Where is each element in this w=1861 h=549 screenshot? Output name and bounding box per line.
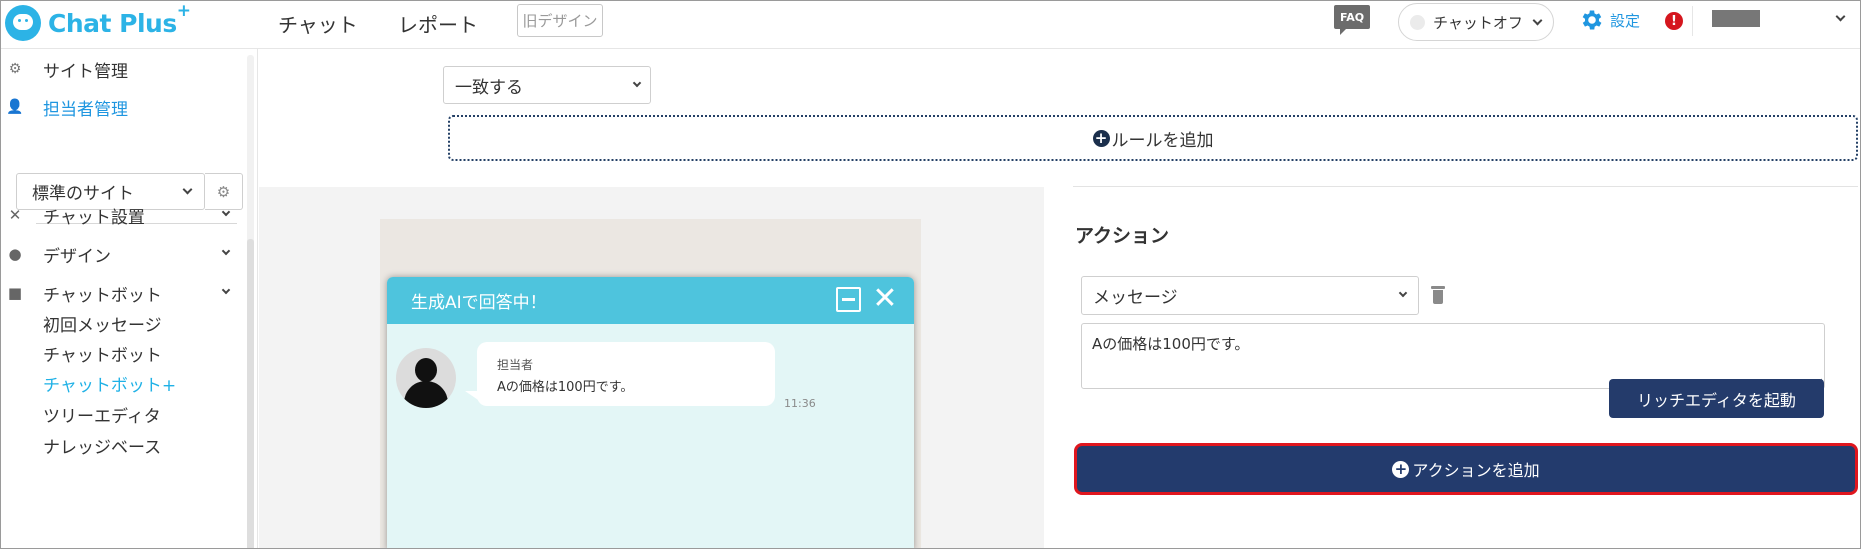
top-header: Chat Plus + チャット レポート 旧デザイン FAQ チャットオフ 設… bbox=[1, 1, 1860, 49]
add-rule-button[interactable]: + ルールを追加 bbox=[448, 115, 1858, 161]
user-gear-icon: 👤 bbox=[6, 99, 24, 115]
chevron-down-icon bbox=[221, 285, 231, 295]
sidebar-item-site-management[interactable]: ⚙ サイト管理 bbox=[1, 49, 128, 89]
faq-button[interactable]: FAQ bbox=[1334, 5, 1370, 35]
message-text: Aの価格は100円です。 bbox=[497, 380, 634, 395]
add-rule-label: ルールを追加 bbox=[1111, 130, 1214, 151]
sidebar-menu-chatbot[interactable]: ■ チャットボット bbox=[1, 274, 241, 312]
match-condition-select[interactable]: 一致する bbox=[443, 66, 651, 104]
logo-plus: + bbox=[176, 1, 191, 21]
sidebar-menu-label: デザイン bbox=[43, 246, 111, 267]
message-bubble: 担当者 Aの価格は100円です。 bbox=[477, 342, 775, 406]
old-design-button[interactable]: 旧デザイン bbox=[517, 4, 603, 37]
chat-widget-header: 生成AIで回答中！ ✕ bbox=[387, 277, 914, 324]
chat-widget-title: 生成AIで回答中！ bbox=[411, 293, 547, 313]
alert-icon[interactable]: ! bbox=[1665, 12, 1683, 30]
agent-name: 担当者 bbox=[497, 358, 534, 372]
sidebar-sub-chatbot-plus[interactable]: チャットボット+ bbox=[43, 368, 176, 398]
chat-status-label: チャットオフ bbox=[1433, 13, 1523, 32]
settings-label: 設定 bbox=[1610, 11, 1641, 30]
add-action-button[interactable]: + アクションを追加 bbox=[1074, 443, 1858, 495]
chat-status-dropdown[interactable]: チャットオフ bbox=[1398, 3, 1554, 41]
minimize-icon[interactable] bbox=[836, 287, 861, 312]
avatar-head bbox=[415, 358, 437, 382]
sidebar-sub-chatbot[interactable]: チャットボット bbox=[43, 338, 162, 368]
chevron-down-icon bbox=[1398, 288, 1408, 298]
plus-circle-icon: + bbox=[1092, 129, 1110, 147]
chevron-down-icon bbox=[221, 207, 231, 217]
faq-icon-tail bbox=[1340, 28, 1347, 35]
close-icon[interactable]: ✕ bbox=[871, 284, 899, 314]
sidebar-menu-label: チャットボット bbox=[43, 285, 162, 306]
sidebar-item-label: サイト管理 bbox=[43, 61, 128, 82]
chat-widget-preview: 生成AIで回答中！ ✕ 担当者 Aの価格は100円です。 11:36 bbox=[387, 277, 914, 548]
chevron-down-icon bbox=[221, 246, 231, 256]
section-divider bbox=[1073, 186, 1858, 187]
faq-icon: FAQ bbox=[1334, 5, 1370, 29]
chevron-down-icon bbox=[182, 184, 193, 195]
message-timestamp: 11:36 bbox=[784, 397, 816, 410]
trash-lid bbox=[1431, 286, 1445, 289]
add-action-label: アクションを追加 bbox=[1412, 461, 1540, 480]
main-content: 一致する + ルールを追加 生成AIで回答中！ ✕ 担当者 Aの価格は100円で… bbox=[259, 49, 1860, 548]
sidebar-menu-chat-install[interactable]: ✕ チャット設置 bbox=[1, 196, 241, 234]
chat-bubble-logo-icon bbox=[5, 5, 41, 41]
logo-text: Chat Plus bbox=[48, 8, 177, 38]
action-section-title: アクション bbox=[1075, 225, 1170, 247]
chevron-down-icon bbox=[632, 78, 642, 88]
avatar-body bbox=[404, 381, 448, 408]
sidebar-scrollbar-thumb[interactable] bbox=[247, 239, 254, 548]
nav-report[interactable]: レポート bbox=[398, 9, 478, 38]
match-condition-value: 一致する bbox=[455, 77, 523, 98]
sidebar-menu-label: チャット設置 bbox=[43, 207, 145, 228]
user-name-redacted[interactable] bbox=[1712, 10, 1760, 27]
plus-circle-icon: + bbox=[1392, 460, 1410, 478]
sidebar-sub-first-message[interactable]: 初回メッセージ bbox=[43, 308, 162, 338]
sidebar: ⚙ サイト管理 👤 担当者管理 標準のサイト ⚙ ✕ チャット設置 ● デザイン… bbox=[1, 49, 258, 548]
app-frame: Chat Plus + チャット レポート 旧デザイン FAQ チャットオフ 設… bbox=[0, 0, 1861, 549]
gear-icon bbox=[1582, 10, 1602, 30]
palette-icon: ● bbox=[8, 245, 22, 263]
sidebar-item-agent-management[interactable]: 👤 担当者管理 bbox=[1, 87, 128, 127]
user-menu-chevron-down-icon[interactable] bbox=[1835, 11, 1846, 22]
sidebar-sub-tree-editor[interactable]: ツリーエディタ bbox=[43, 399, 161, 429]
nav-chat[interactable]: チャット bbox=[278, 9, 358, 38]
gear-icon: ⚙ bbox=[8, 61, 22, 77]
tools-icon: ✕ bbox=[8, 206, 22, 224]
logo[interactable]: Chat Plus + bbox=[5, 1, 191, 43]
settings-button[interactable]: 設定 bbox=[1579, 7, 1640, 33]
action-type-value: メッセージ bbox=[1093, 288, 1178, 308]
status-dot-icon bbox=[1410, 14, 1425, 30]
sidebar-menu-design[interactable]: ● デザイン bbox=[1, 235, 241, 273]
trash-icon[interactable] bbox=[1431, 286, 1445, 304]
rich-editor-button[interactable]: リッチエディタを起動 bbox=[1609, 379, 1824, 418]
trash-body bbox=[1433, 290, 1443, 304]
sidebar-sub-knowledge-base[interactable]: ナレッジベース bbox=[43, 430, 161, 460]
action-type-select[interactable]: メッセージ bbox=[1081, 276, 1419, 315]
chat-bubbles-icon: ■ bbox=[7, 284, 23, 302]
chevron-down-icon bbox=[1532, 15, 1543, 25]
avatar bbox=[396, 348, 456, 408]
header-divider bbox=[1692, 6, 1693, 36]
sidebar-item-label: 担当者管理 bbox=[43, 99, 128, 120]
